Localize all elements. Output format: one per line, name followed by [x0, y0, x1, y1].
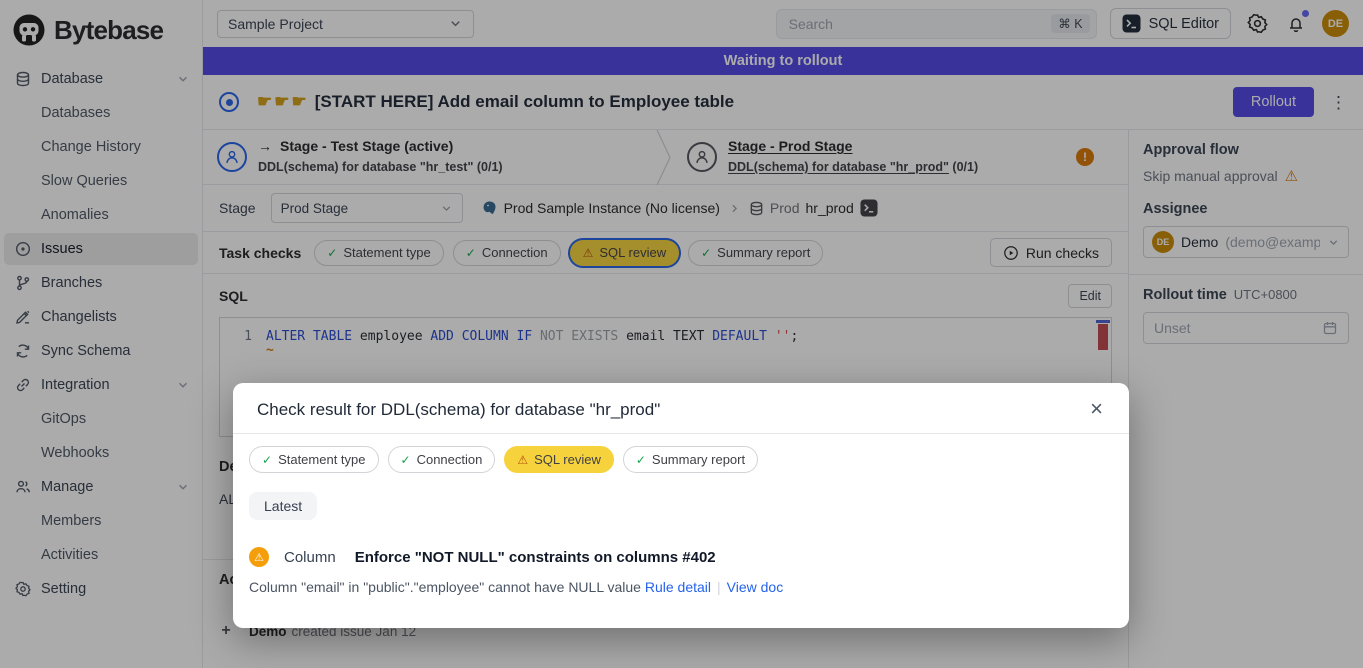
result-rule-title: Enforce "NOT NULL" constraints on column… [355, 549, 716, 566]
check-pill-sql-review[interactable]: ⚠SQL review [504, 446, 613, 473]
latest-button[interactable]: Latest [249, 492, 317, 520]
check-pill-statement-type[interactable]: ✓Statement type [249, 446, 379, 473]
modal-check-pills: ✓Statement type ✓Connection ⚠SQL review … [249, 446, 1113, 473]
rule-detail-link[interactable]: Rule detail [645, 579, 711, 595]
view-doc-link[interactable]: View doc [727, 579, 784, 595]
check-result-modal: Check result for DDL(schema) for databas… [233, 383, 1129, 628]
close-icon[interactable]: × [1090, 398, 1103, 420]
check-pill-summary-report[interactable]: ✓Summary report [623, 446, 758, 473]
link-separator: | [717, 579, 721, 595]
app-root: Bytebase Database Databases Change Histo… [0, 0, 1363, 668]
check-pass-icon: ✓ [262, 453, 272, 467]
check-warning-icon: ⚠ [517, 453, 528, 467]
warning-circle-icon: ⚠ [249, 547, 269, 567]
check-result-row: ⚠ Column Enforce "NOT NULL" constraints … [249, 547, 1113, 567]
modal-title: Check result for DDL(schema) for databas… [257, 400, 660, 419]
result-category: Column [284, 549, 336, 566]
check-pass-icon: ✓ [401, 453, 411, 467]
check-pill-connection[interactable]: ✓Connection [388, 446, 496, 473]
result-detail: Column "email" in "public"."employee" ca… [249, 579, 1113, 595]
check-pass-icon: ✓ [636, 453, 646, 467]
